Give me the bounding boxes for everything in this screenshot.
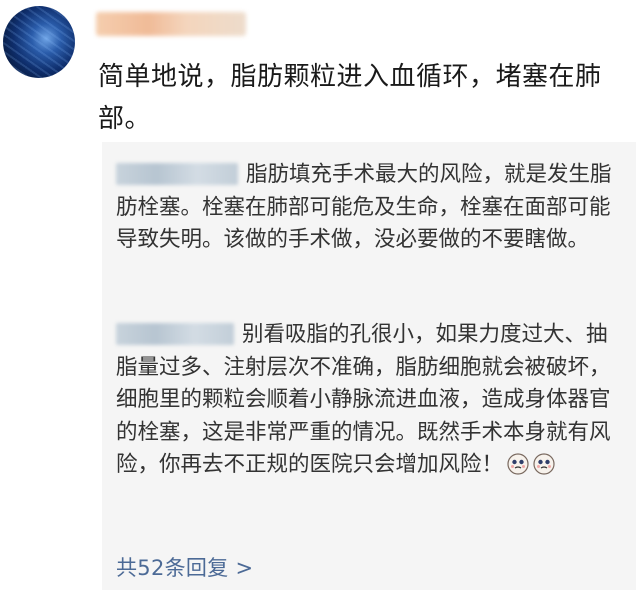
commenter-avatar[interactable] — [3, 6, 75, 78]
replies-box: 脂肪填充手术最大的风险，就是发生脂肪栓塞。栓塞在肺部可能危及生命，栓塞在面部可能… — [102, 142, 636, 590]
emoji-icon — [507, 453, 529, 475]
comment-text: 简单地说，脂肪颗粒进入血循环，堵塞在肺部。 — [98, 62, 602, 134]
emoji-icon — [533, 453, 555, 475]
reply-author-name-blurred[interactable] — [116, 163, 238, 185]
commenter-name-blurred[interactable] — [96, 12, 246, 36]
reply-item: 别看吸脂的孔很小，如果力度过大、抽脂量过多、注射层次不准确，脂肪细胞就会被破坏，… — [116, 319, 624, 482]
reply-author-name-blurred[interactable] — [116, 323, 234, 345]
reply-item: 脂肪填充手术最大的风险，就是发生脂肪栓塞。栓塞在肺部可能危及生命，栓塞在面部可能… — [116, 159, 624, 257]
more-replies-link[interactable]: 共52条回复 > — [116, 552, 253, 582]
